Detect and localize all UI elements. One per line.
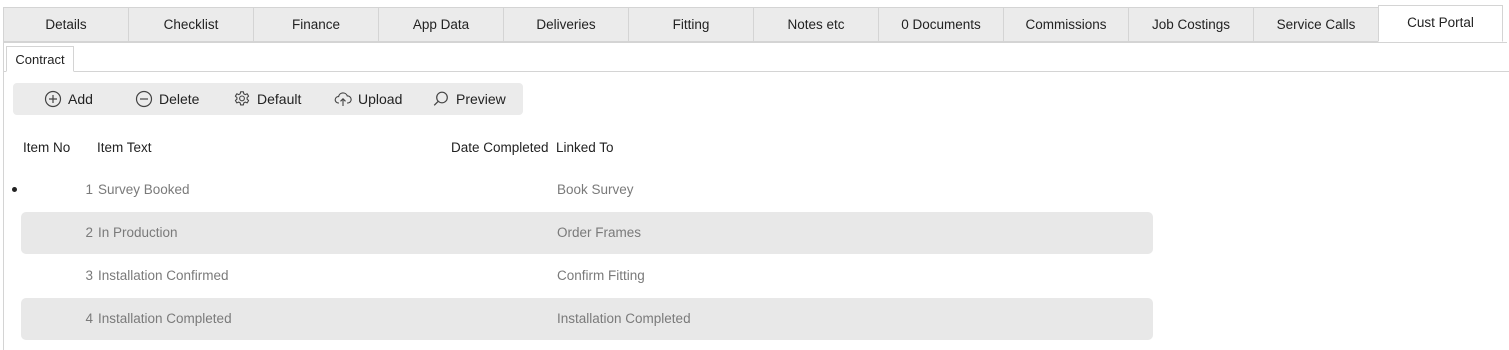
item-text-cell: Survey Booked — [98, 182, 190, 197]
item-text-cell: Installation Confirmed — [98, 268, 229, 283]
table-row[interactable]: 3 Installation Confirmed Confirm Fitting — [21, 255, 1153, 297]
current-row-indicator — [12, 187, 17, 192]
tab-notes[interactable]: Notes etc — [753, 7, 878, 42]
table-row[interactable]: 1 Survey Booked Book Survey — [21, 169, 1153, 211]
tab-cust-portal[interactable]: Cust Portal — [1378, 5, 1503, 42]
tab-commissions[interactable]: Commissions — [1003, 7, 1128, 42]
column-header-item-text[interactable]: Item Text — [97, 140, 152, 155]
linked-to-cell: Confirm Fitting — [557, 268, 645, 283]
item-no-cell: 4 — [85, 311, 93, 326]
tab-service-calls[interactable]: Service Calls — [1253, 7, 1378, 42]
column-header-item-no[interactable]: Item No — [23, 140, 70, 155]
gear-icon — [234, 91, 250, 106]
tab-job-costings[interactable]: Job Costings — [1128, 7, 1253, 42]
minus-circle-icon — [135, 90, 153, 108]
delete-label: Delete — [159, 91, 200, 107]
tab-finance[interactable]: Finance — [253, 7, 378, 42]
tab-deliveries[interactable]: Deliveries — [503, 7, 628, 42]
plus-circle-icon — [44, 90, 62, 108]
item-no-cell: 1 — [85, 182, 93, 197]
delete-button[interactable]: Delete — [135, 83, 199, 115]
item-no-cell: 2 — [85, 225, 93, 240]
search-icon — [433, 91, 448, 106]
linked-to-cell: Book Survey — [557, 182, 634, 197]
upload-label: Upload — [358, 91, 403, 107]
toolbar: Add Delete Default Upload Preview — [13, 83, 523, 115]
add-label: Add — [68, 91, 93, 107]
linked-to-cell: Installation Completed — [557, 311, 691, 326]
panel-border — [3, 42, 4, 350]
tab-fitting[interactable]: Fitting — [628, 7, 753, 42]
tab-details[interactable]: Details — [3, 7, 128, 42]
tab-app-data[interactable]: App Data — [378, 7, 503, 42]
default-label: Default — [257, 91, 302, 107]
subtab-divider — [3, 71, 1509, 72]
item-text-cell: In Production — [98, 225, 178, 240]
item-no-cell: 3 — [85, 268, 93, 283]
preview-label: Preview — [456, 91, 506, 107]
subtab-contract[interactable]: Contract — [6, 46, 74, 72]
tab-bar: Details Checklist Finance App Data Deliv… — [3, 5, 1507, 43]
upload-button[interactable]: Upload — [334, 83, 402, 115]
tab-documents[interactable]: 0 Documents — [878, 7, 1003, 42]
tab-checklist[interactable]: Checklist — [128, 7, 253, 42]
linked-to-cell: Order Frames — [557, 225, 642, 240]
table-row[interactable]: 2 In Production Order Frames — [21, 212, 1153, 254]
add-button[interactable]: Add — [44, 83, 93, 115]
preview-button[interactable]: Preview — [432, 83, 506, 115]
item-text-cell: Installation Completed — [98, 311, 232, 326]
cloud-upload-icon — [334, 92, 352, 106]
column-header-date-completed[interactable]: Date Completed — [451, 140, 549, 155]
table-row[interactable]: 4 Installation Completed Installation Co… — [21, 298, 1153, 340]
default-button[interactable]: Default — [233, 83, 301, 115]
column-header-linked-to[interactable]: Linked To — [556, 140, 614, 155]
